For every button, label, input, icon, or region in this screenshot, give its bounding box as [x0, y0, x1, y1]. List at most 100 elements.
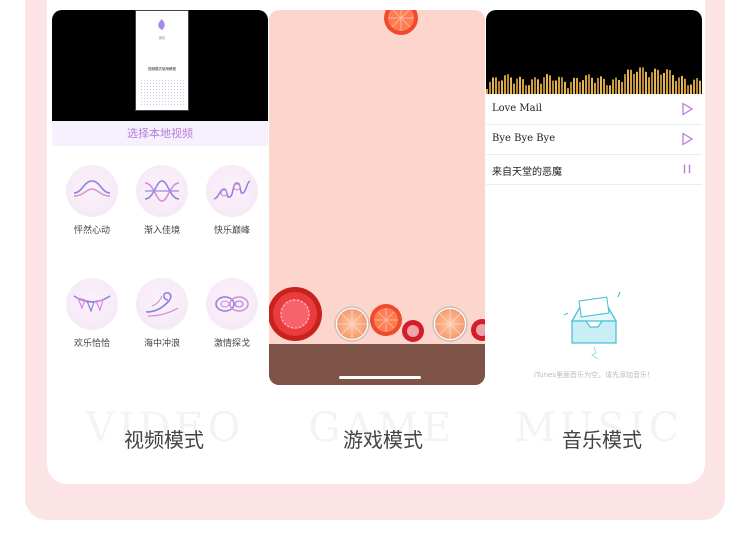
equalizer-bar — [585, 75, 587, 94]
equalizer-bar — [543, 77, 545, 94]
effect-chacha[interactable]: 欢乐恰恰 — [62, 278, 122, 349]
infinity-loops-icon — [215, 296, 249, 312]
equalizer-bar — [642, 67, 644, 94]
equalizer-bar — [525, 85, 527, 94]
video-preview-area: 音乐 视频模式使用教程 — [52, 10, 268, 121]
play-icon[interactable] — [680, 132, 694, 146]
equalizer-bar — [567, 88, 569, 94]
equalizer-bar — [495, 77, 497, 94]
equalizer-bar — [516, 78, 518, 94]
equalizer-bar — [612, 79, 614, 94]
equalizer-bar — [651, 72, 653, 94]
song-title: Love Mail — [492, 103, 543, 114]
bunting-flags-icon — [73, 295, 111, 313]
equalizer-bar — [633, 73, 635, 94]
effect-gradual[interactable]: 渐入佳境 — [132, 165, 192, 236]
equalizer-bar — [522, 79, 524, 94]
equalizer-bar — [699, 80, 701, 94]
empty-inbox-icon — [563, 291, 621, 360]
equalizer-bar — [576, 78, 578, 94]
equalizer-bar — [588, 74, 590, 94]
song-row[interactable]: Bye Bye Bye — [486, 125, 702, 155]
video-mode-screen: 音乐 视频模式使用教程 选择本地视频 怦然心动 渐入佳境 快乐巅峰 欢乐恰恰 海… — [52, 10, 268, 385]
effect-tango[interactable]: 激情探戈 — [202, 278, 262, 349]
equalizer-bar — [519, 76, 521, 94]
equalizer-bar — [597, 78, 599, 94]
equalizer-bar — [591, 77, 593, 94]
equalizer-bars — [486, 67, 701, 94]
equalizer-bar — [618, 80, 620, 94]
equalizer-bar — [489, 81, 491, 94]
effect-label: 海中冲浪 — [143, 339, 180, 349]
game-mode-screen[interactable] — [269, 10, 485, 385]
equalizer-bar — [507, 74, 509, 94]
grapefruit — [370, 304, 402, 336]
effect-surfing[interactable]: 海中冲浪 — [132, 278, 192, 349]
mode-label-game: 游戏模式 — [343, 428, 423, 452]
equalizer-bar — [486, 89, 488, 94]
equalizer-bar — [663, 73, 665, 94]
equalizer-bar — [654, 68, 656, 94]
song-title: 来自天堂的恶魔 — [492, 167, 562, 178]
effect-label: 怦然心动 — [73, 226, 110, 236]
equalizer-bar — [627, 69, 629, 94]
lychee — [471, 319, 485, 341]
equalizer-bar — [594, 82, 596, 94]
song-row[interactable]: 来自天堂的恶魔 — [486, 155, 702, 185]
lychee — [402, 320, 424, 342]
play-icon[interactable] — [680, 102, 694, 116]
equalizer-bar — [600, 76, 602, 94]
equalizer-bar — [579, 81, 581, 94]
mode-label-music: 音乐模式 — [562, 428, 642, 452]
equalizer-bar — [606, 85, 608, 94]
equalizer-bar — [672, 75, 674, 94]
effect-label: 快乐巅峰 — [213, 226, 250, 236]
equalizer-bar — [540, 83, 542, 94]
equalizer-bar — [669, 70, 671, 94]
fruit-stack — [269, 10, 485, 342]
equalizer-bar — [570, 81, 572, 94]
equalizer-bar — [510, 77, 512, 94]
tutorial-video-thumbnail[interactable]: 音乐 视频模式使用教程 — [135, 10, 189, 111]
select-local-video-button[interactable]: 选择本地视频 — [52, 121, 268, 146]
empty-library-message: iTunes里面音乐为空，请先添加音乐！ — [534, 371, 654, 379]
equalizer-bar — [546, 74, 548, 94]
equalizer-bar — [561, 77, 563, 94]
equalizer-bar — [687, 85, 689, 94]
song-title: Bye Bye Bye — [492, 133, 556, 144]
preview-title: 视频模式使用教程 — [148, 67, 176, 71]
equalizer-bar — [696, 78, 698, 94]
pause-icon[interactable] — [680, 162, 694, 176]
mode-label-video: 视频模式 — [124, 428, 204, 452]
equalizer-bar — [501, 80, 503, 94]
equalizer-bar — [492, 77, 494, 94]
preview-app-name: 音乐 — [158, 36, 165, 40]
equalizer-bar — [531, 79, 533, 94]
equalizer-bar — [549, 75, 551, 94]
equalizer-bar — [678, 77, 680, 94]
equalizer-bar — [693, 79, 695, 94]
effect-happy-peak[interactable]: 快乐巅峰 — [202, 165, 262, 236]
equalizer-bar — [666, 69, 668, 94]
equalizer-bar — [573, 77, 575, 94]
equalizer-bar — [528, 85, 530, 94]
equalizer-bar — [558, 76, 560, 94]
song-row[interactable]: Love Mail — [486, 95, 702, 125]
audio-visualizer — [486, 10, 702, 94]
equalizer-bar — [555, 80, 557, 94]
equalizer-bar — [582, 80, 584, 94]
equalizer-bar — [513, 83, 515, 94]
effect-heartbeat[interactable]: 怦然心动 — [62, 165, 122, 236]
equalizer-bar — [552, 80, 554, 94]
orange — [432, 306, 468, 342]
equalizer-bar — [609, 85, 611, 94]
tomato — [269, 287, 322, 341]
loop-wave-icon — [213, 180, 251, 200]
preview-dots — [140, 79, 184, 107]
equalizer-bar — [648, 77, 650, 94]
equalizer-bar — [645, 71, 647, 94]
equalizer-bar — [504, 75, 506, 94]
equalizer-bar — [639, 67, 641, 94]
equalizer-bar — [675, 80, 677, 94]
equalizer-bar — [615, 77, 617, 94]
